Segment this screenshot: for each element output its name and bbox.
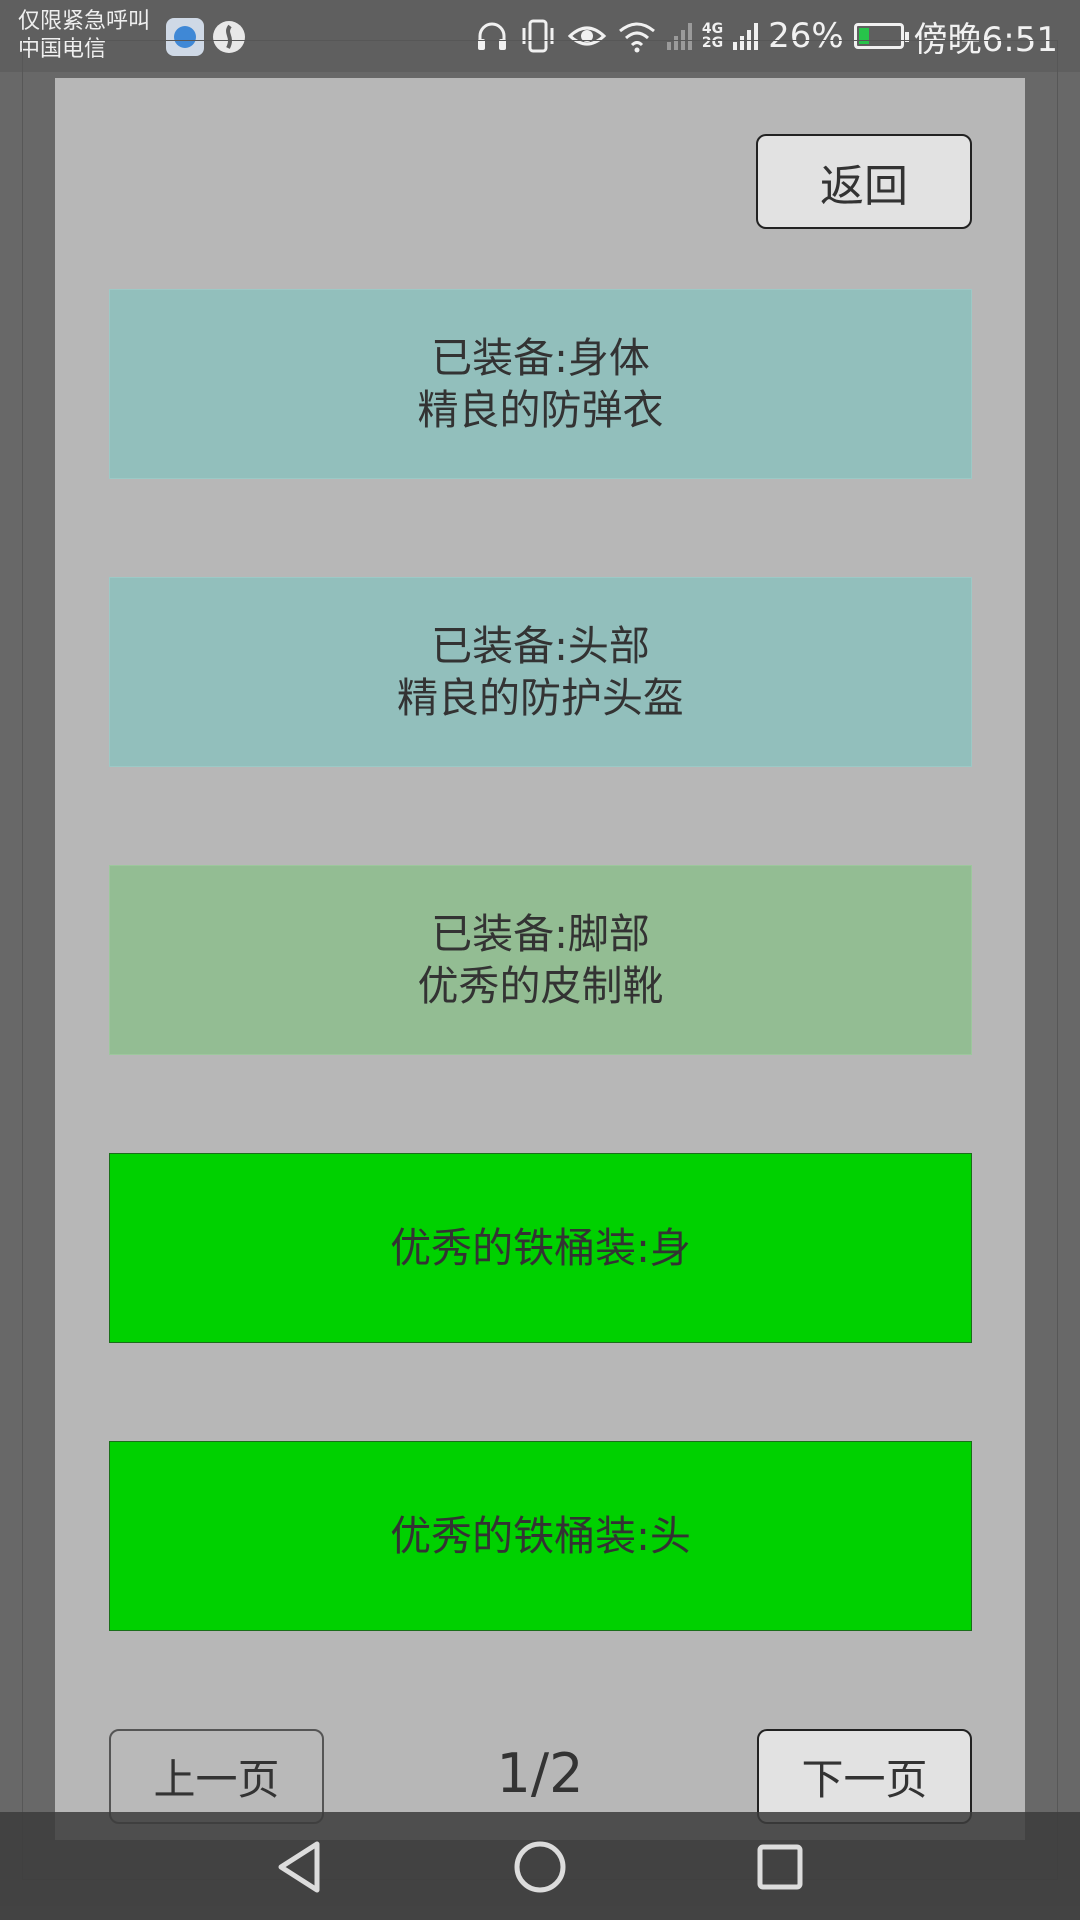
equipped-slot-feet[interactable]: 已装备:脚部 优秀的皮制靴 [109, 865, 972, 1055]
carrier-line-1: 仅限紧急呼叫 [18, 9, 151, 34]
inventory-item-iron-bucket-body[interactable]: 优秀的铁桶装:身 [109, 1153, 972, 1343]
inventory-item-iron-bucket-head[interactable]: 优秀的铁桶装:头 [109, 1441, 972, 1631]
next-page-button[interactable]: 下一页 [757, 1729, 972, 1824]
previous-page-button[interactable]: 上一页 [109, 1729, 324, 1824]
slot-title: 已装备:身体 [431, 334, 650, 382]
slot-title: 已装备:头部 [431, 622, 650, 670]
equipped-slot-head[interactable]: 已装备:头部 精良的防护头盔 [109, 577, 972, 767]
navigation-bar [0, 1812, 1080, 1920]
page-indicator: 1/2 [496, 1742, 584, 1805]
recents-square-icon[interactable] [745, 1832, 815, 1902]
slot-title: 已装备:脚部 [431, 910, 650, 958]
back-button[interactable]: 返回 [756, 134, 972, 229]
home-circle-icon[interactable] [505, 1832, 575, 1902]
back-triangle-icon[interactable] [265, 1832, 335, 1902]
slot-item-name: 精良的防弹衣 [417, 386, 664, 434]
item-name: 优秀的铁桶装:头 [390, 1512, 691, 1560]
item-name: 优秀的铁桶装:身 [390, 1224, 691, 1272]
slot-item-name: 优秀的皮制靴 [417, 962, 664, 1010]
slot-item-name: 精良的防护头盔 [397, 674, 684, 722]
equipped-slot-body[interactable]: 已装备:身体 精良的防弹衣 [109, 289, 972, 479]
